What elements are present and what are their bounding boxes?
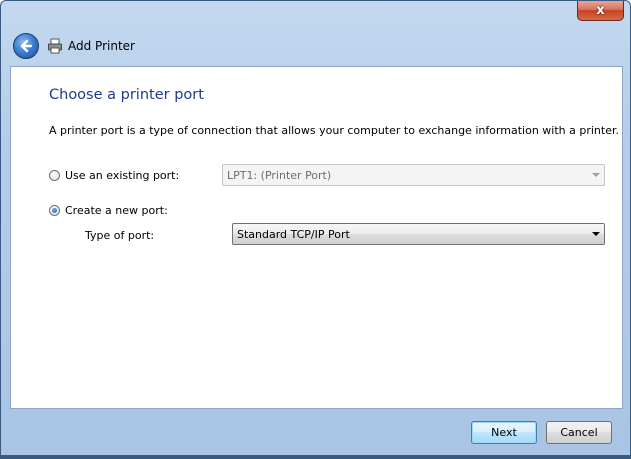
wizard-content: Choose a printer port A printer port is … <box>10 66 623 409</box>
type-of-port-select[interactable]: Standard TCP/IP Port <box>232 223 605 245</box>
type-of-port-value: Standard TCP/IP Port <box>237 227 350 241</box>
cancel-button[interactable]: Cancel <box>546 421 612 444</box>
existing-port-label: Use an existing port: <box>65 169 180 182</box>
page-description: A printer port is a type of connection t… <box>49 124 619 137</box>
window-bottom-border <box>1 455 630 458</box>
new-port-label: Create a new port: <box>65 204 168 217</box>
chevron-down-icon <box>592 232 600 236</box>
existing-port-value: LPT1: (Printer Port) <box>227 168 332 182</box>
page-title: Choose a printer port <box>49 87 204 103</box>
existing-port-option[interactable]: Use an existing port: <box>49 169 179 182</box>
new-port-radio[interactable] <box>49 205 60 216</box>
back-button[interactable] <box>13 33 39 59</box>
back-arrow-icon <box>20 39 33 53</box>
window-title: Add Printer <box>68 39 135 53</box>
wizard-header: Add Printer <box>1 29 630 65</box>
existing-port-radio[interactable] <box>49 170 60 181</box>
new-port-option[interactable]: Create a new port: <box>49 204 168 217</box>
printer-icon <box>48 38 62 54</box>
next-button[interactable]: Next <box>471 421 537 444</box>
close-icon: x <box>596 3 605 18</box>
close-button[interactable]: x <box>577 1 624 21</box>
chevron-down-icon <box>592 173 600 177</box>
existing-port-select: LPT1: (Printer Port) <box>222 164 605 186</box>
add-printer-window: x Add Printer Choose a printer port A pr… <box>0 0 631 459</box>
type-of-port-label: Type of port: <box>85 229 155 242</box>
